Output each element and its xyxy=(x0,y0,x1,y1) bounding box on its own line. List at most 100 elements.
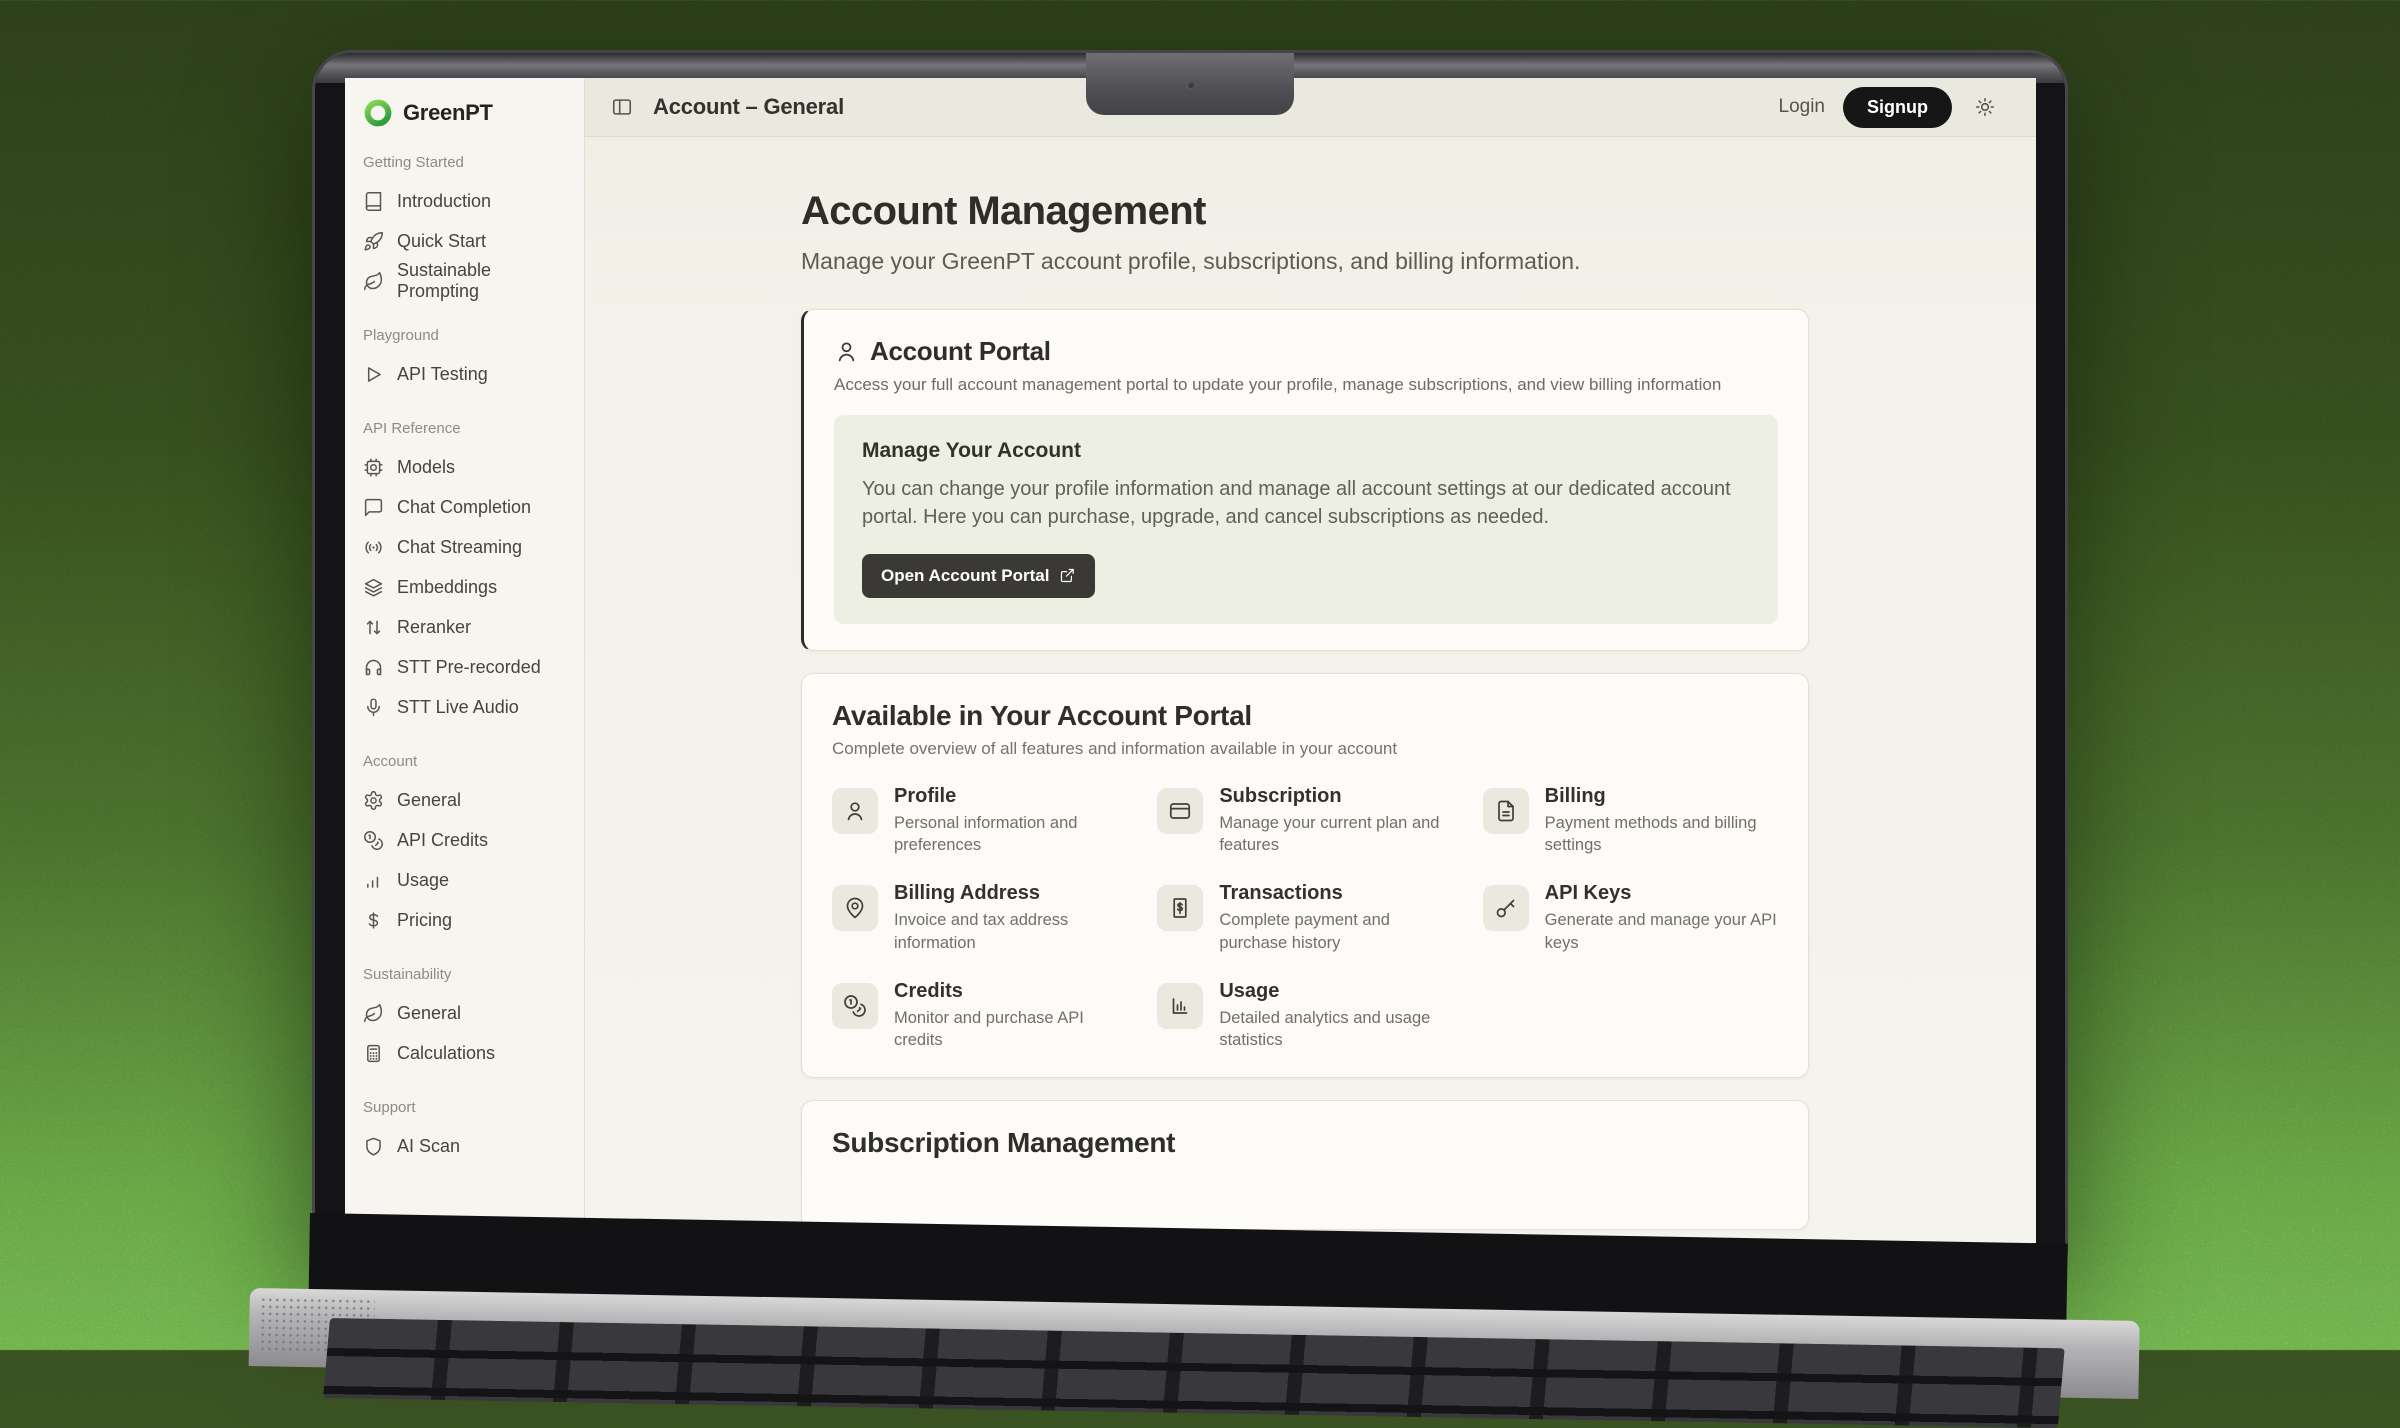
sidebar-section-label: Playground xyxy=(363,327,566,344)
feature-title: Usage xyxy=(1219,980,1452,1003)
sidebar-item-label: Usage xyxy=(397,870,449,891)
layers-icon xyxy=(363,577,384,598)
sidebar-item-pricing[interactable]: Pricing xyxy=(363,900,566,940)
rocket-icon xyxy=(363,231,384,252)
portal-feature-billing: Billing Payment methods and billing setti… xyxy=(1483,785,1778,857)
sidebar-item-label: API Testing xyxy=(397,364,488,385)
panel-body: You can change your profile information … xyxy=(862,475,1750,532)
portal-feature-usage: Usage Detailed analytics and usage statis… xyxy=(1157,980,1452,1052)
sidebar-item-reranker[interactable]: Reranker xyxy=(363,607,566,647)
desktop-background: { "app": { "colors": { "accent_green": "… xyxy=(0,0,2400,1350)
map-pin-icon xyxy=(832,885,878,931)
main-area: Account – General Login Signup Account M… xyxy=(585,78,2036,1253)
logo-text: GreenPT xyxy=(403,100,493,126)
laptop-notch xyxy=(1086,53,1294,115)
feature-title: Billing Address xyxy=(894,882,1127,905)
sidebar-item-label: Introduction xyxy=(397,191,491,212)
sidebar-item-stt-pre-recorded[interactable]: STT Pre-recorded xyxy=(363,647,566,687)
sidebar-item-chat-streaming[interactable]: Chat Streaming xyxy=(363,527,566,567)
feature-description: Complete payment and purchase history xyxy=(1219,909,1452,954)
shield-icon xyxy=(363,1136,384,1157)
sidebar-item-general[interactable]: General xyxy=(363,993,566,1033)
sidebar-item-label: Embeddings xyxy=(397,577,497,598)
laptop-camera xyxy=(1185,79,1196,90)
user-icon xyxy=(834,339,859,364)
chip-icon xyxy=(363,457,384,478)
sidebar-item-label: General xyxy=(397,1003,461,1024)
sidebar-item-calculations[interactable]: Calculations xyxy=(363,1033,566,1073)
credit-card-icon xyxy=(1157,788,1203,834)
sidebar-item-label: API Credits xyxy=(397,830,488,851)
card-title: Account Portal xyxy=(870,336,1051,367)
feature-description: Monitor and purchase API credits xyxy=(894,1007,1127,1052)
sidebar-item-label: Pricing xyxy=(397,910,452,931)
signup-button[interactable]: Signup xyxy=(1843,87,1952,128)
feature-title: Transactions xyxy=(1219,882,1452,905)
app-window: GreenPT Getting Started Introduction Quick… xyxy=(345,78,2036,1253)
feature-title: Profile xyxy=(894,785,1127,808)
sidebar-section-label: Account xyxy=(363,753,566,770)
login-link[interactable]: Login xyxy=(1779,96,1826,118)
feature-title: API Keys xyxy=(1545,882,1778,905)
sidebar-item-usage[interactable]: Usage xyxy=(363,860,566,900)
card-title: Available in Your Account Portal xyxy=(832,700,1778,732)
subscription-management-card: Subscription Management xyxy=(801,1100,1809,1230)
sidebar-item-api-credits[interactable]: API Credits xyxy=(363,820,566,860)
sidebar-nav: Getting StartedIntroductionQuick StartSu… xyxy=(345,136,584,1166)
open-account-portal-button[interactable]: Open Account Portal xyxy=(862,554,1095,598)
sidebar: GreenPT Getting Started Introduction Quick… xyxy=(345,78,585,1253)
sidebar-item-label: Reranker xyxy=(397,617,471,638)
microphone-icon xyxy=(363,697,384,718)
sidebar-item-chat-completion[interactable]: Chat Completion xyxy=(363,487,566,527)
portal-feature-profile: ProfilePersonal information and preferen… xyxy=(832,785,1127,857)
portal-feature-subscription: SubscriptionManage your current plan and… xyxy=(1157,785,1452,857)
user-icon xyxy=(832,788,878,834)
bars-icon xyxy=(363,870,384,891)
sidebar-item-sustainable-prompting[interactable]: Sustainable Prompting xyxy=(363,261,566,301)
feature-description: Detailed analytics and usage statistics xyxy=(1219,1007,1452,1052)
invoice-icon xyxy=(1483,788,1529,834)
page-content: Account Management Manage your GreenPT a… xyxy=(585,137,2036,1253)
account-portal-card: Account Portal Access your full account … xyxy=(801,309,1809,651)
sidebar-item-quick-start[interactable]: Quick Start xyxy=(363,221,566,261)
sidebar-item-label: Chat Streaming xyxy=(397,537,522,558)
play-icon xyxy=(363,364,384,385)
portal-features-grid: ProfilePersonal information and preferen… xyxy=(832,785,1778,1052)
feature-description: Payment methods and billing settings xyxy=(1545,812,1778,857)
portal-feature-billing-address: Billing Address Invoice and tax address i… xyxy=(832,882,1127,954)
sort-icon xyxy=(363,617,384,638)
sidebar-item-label: STT Live Audio xyxy=(397,697,519,718)
card-title: Subscription Management xyxy=(832,1127,1778,1159)
card-description: Access your full account management port… xyxy=(834,375,1778,395)
sidebar-item-embeddings[interactable]: Embeddings xyxy=(363,567,566,607)
sidebar-item-label: Calculations xyxy=(397,1043,495,1064)
portal-feature-credits: Credits Monitor and purchase API credits xyxy=(832,980,1127,1052)
sidebar-item-general[interactable]: General xyxy=(363,780,566,820)
dollar-icon xyxy=(363,910,384,931)
theme-toggle-sun-icon[interactable] xyxy=(1974,96,1996,118)
greenpt-logo-icon xyxy=(363,98,393,128)
sidebar-item-ai-scan[interactable]: AI Scan xyxy=(363,1126,566,1166)
sidebar-section-label: Support xyxy=(363,1099,566,1116)
sidebar-item-introduction[interactable]: Introduction xyxy=(363,181,566,221)
sidebar-item-api-testing[interactable]: API Testing xyxy=(363,354,566,394)
leaf-icon xyxy=(363,271,384,292)
coins-icon xyxy=(363,830,384,851)
leaf-icon xyxy=(363,1003,384,1024)
external-link-icon xyxy=(1059,567,1076,584)
sidebar-item-label: STT Pre-recorded xyxy=(397,657,541,678)
feature-title: Billing xyxy=(1545,785,1778,808)
card-subtitle: Complete overview of all features and in… xyxy=(832,739,1778,759)
feature-title: Credits xyxy=(894,980,1127,1003)
coins-icon xyxy=(832,983,878,1029)
sidebar-section-label: Getting Started xyxy=(363,154,566,171)
headphones-icon xyxy=(363,657,384,678)
app-logo[interactable]: GreenPT xyxy=(345,78,584,136)
sidebar-item-models[interactable]: Models xyxy=(363,447,566,487)
portal-features-card: Available in Your Account Portal Complet… xyxy=(801,673,1809,1079)
sidebar-toggle-icon[interactable] xyxy=(611,96,633,118)
feature-title: Subscription xyxy=(1219,785,1452,808)
sidebar-section-label: Sustainability xyxy=(363,966,566,983)
feature-description: Invoice and tax address information xyxy=(894,909,1127,954)
sidebar-item-stt-live-audio[interactable]: STT Live Audio xyxy=(363,687,566,727)
